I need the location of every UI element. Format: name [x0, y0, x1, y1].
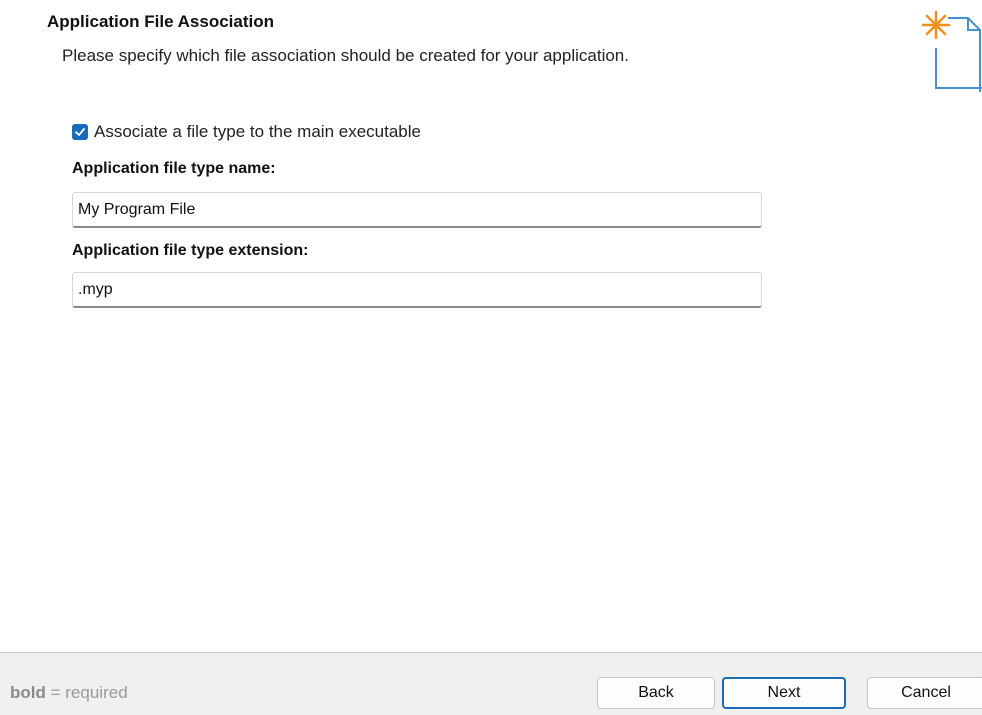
wizard-page: Application File Association Please spec…	[0, 0, 982, 715]
checkmark-icon	[75, 128, 85, 136]
required-legend: bold = required	[10, 683, 128, 703]
checkbox-checked-icon[interactable]	[72, 124, 88, 140]
page-subtitle: Please specify which file association sh…	[62, 46, 629, 65]
file-type-extension-label: Application file type extension:	[72, 242, 309, 259]
file-type-name-input[interactable]	[72, 192, 762, 228]
cancel-button[interactable]: Cancel	[867, 677, 982, 709]
next-button[interactable]: Next	[722, 677, 846, 709]
page-title: Application File Association	[47, 12, 275, 31]
file-type-extension-input[interactable]	[72, 272, 762, 308]
legend-bold-word: bold	[10, 683, 46, 702]
new-file-star-icon	[922, 10, 982, 92]
legend-text: = required	[50, 683, 128, 702]
wizard-footer: bold = required Back Next Cancel	[0, 653, 982, 715]
associate-file-type-checkbox[interactable]: Associate a file type to the main execut…	[72, 122, 421, 142]
associate-file-type-label: Associate a file type to the main execut…	[94, 122, 421, 141]
file-type-name-label: Application file type name:	[72, 160, 276, 177]
back-button[interactable]: Back	[597, 677, 715, 709]
